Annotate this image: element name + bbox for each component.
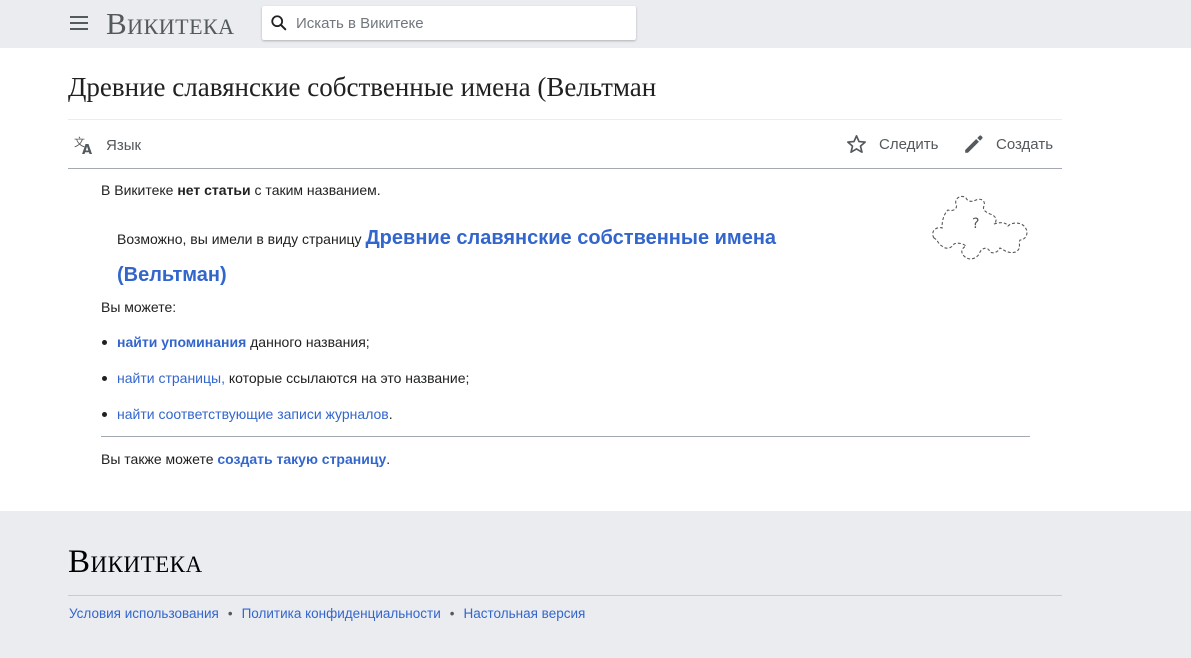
- watch-button[interactable]: Следить: [846, 133, 938, 155]
- search-mentions-link[interactable]: найти упоминания: [117, 334, 246, 350]
- create-notice-text: Вы также можете: [101, 451, 218, 467]
- hamburger-icon-bar: [70, 28, 88, 30]
- privacy-policy-link[interactable]: Политика конфиденциальности: [242, 606, 441, 621]
- footer-separator: •: [227, 606, 233, 621]
- notice-text: В Викитеке: [101, 182, 178, 198]
- options-list: найти упоминания данного названия; найти…: [101, 332, 469, 440]
- svg-text:A: A: [82, 143, 92, 155]
- create-page-link[interactable]: создать такую страницу: [217, 451, 386, 467]
- list-item: найти страницы, которые ссылаются на это…: [101, 368, 469, 404]
- search-input[interactable]: [296, 6, 626, 40]
- desktop-version-link[interactable]: Настольная версия: [463, 606, 585, 621]
- list-item-text: .: [388, 406, 393, 422]
- create-notice-text: .: [386, 451, 391, 467]
- translate-icon: 文 A: [74, 135, 92, 155]
- list-item: найти соответствующие записи журналов.: [101, 404, 469, 440]
- terms-of-use-link[interactable]: Условия использования: [69, 606, 219, 621]
- language-button[interactable]: 文 A Язык: [73, 134, 141, 156]
- language-label: Язык: [106, 136, 142, 154]
- create-label: Создать: [996, 135, 1054, 153]
- search-box[interactable]: [262, 6, 636, 40]
- hamburger-icon-bar: [70, 16, 88, 18]
- suggestion-text: Возможно, вы имели в виду страницу: [117, 231, 366, 247]
- suggestion: Возможно, вы имели в виду страницу Древн…: [117, 220, 877, 294]
- create-notice: Вы также можете создать такую страницу.: [101, 451, 390, 467]
- site-header: Викитека: [0, 0, 1191, 48]
- footer-divider: [68, 595, 1062, 596]
- svg-text:?: ?: [972, 216, 979, 232]
- notice-bold-text: нет статьи: [177, 182, 251, 198]
- footer-links: Условия использования • Политика конфиде…: [69, 606, 585, 621]
- list-item-text: данного названия;: [246, 334, 370, 350]
- watch-label: Следить: [879, 135, 939, 153]
- star-outline-icon: [847, 134, 866, 153]
- what-links-here-link[interactable]: найти страницы,: [117, 370, 225, 386]
- list-item-text: которые ссылаются на это название;: [224, 370, 470, 386]
- page-content: Древние славянские собственные имена (Ве…: [0, 48, 1191, 511]
- options-heading: Вы можете:: [101, 299, 177, 315]
- footer-separator: •: [449, 606, 455, 621]
- list-item: найти упоминания данного названия;: [101, 332, 469, 368]
- toolbar-divider: [68, 168, 1062, 169]
- search-icon[interactable]: [270, 14, 288, 32]
- notice-divider: [101, 436, 1030, 437]
- puzzle-piece-icon: ?: [932, 195, 1028, 260]
- hamburger-icon-bar: [70, 22, 88, 24]
- pencil-icon: [965, 135, 983, 153]
- site-logo[interactable]: Викитека: [106, 6, 235, 42]
- log-entries-link[interactable]: найти соответствующие записи журналов: [117, 406, 389, 422]
- main-menu-button[interactable]: [66, 10, 92, 36]
- create-button[interactable]: Создать: [963, 133, 1053, 155]
- no-article-notice: В Викитеке нет статьи с таким названием.: [101, 182, 381, 198]
- page-title: Древние славянские собственные имена (Ве…: [68, 72, 657, 102]
- footer-logo[interactable]: Викитека: [68, 544, 203, 581]
- notice-text: с таким названием.: [250, 182, 381, 198]
- title-divider: [68, 119, 1062, 120]
